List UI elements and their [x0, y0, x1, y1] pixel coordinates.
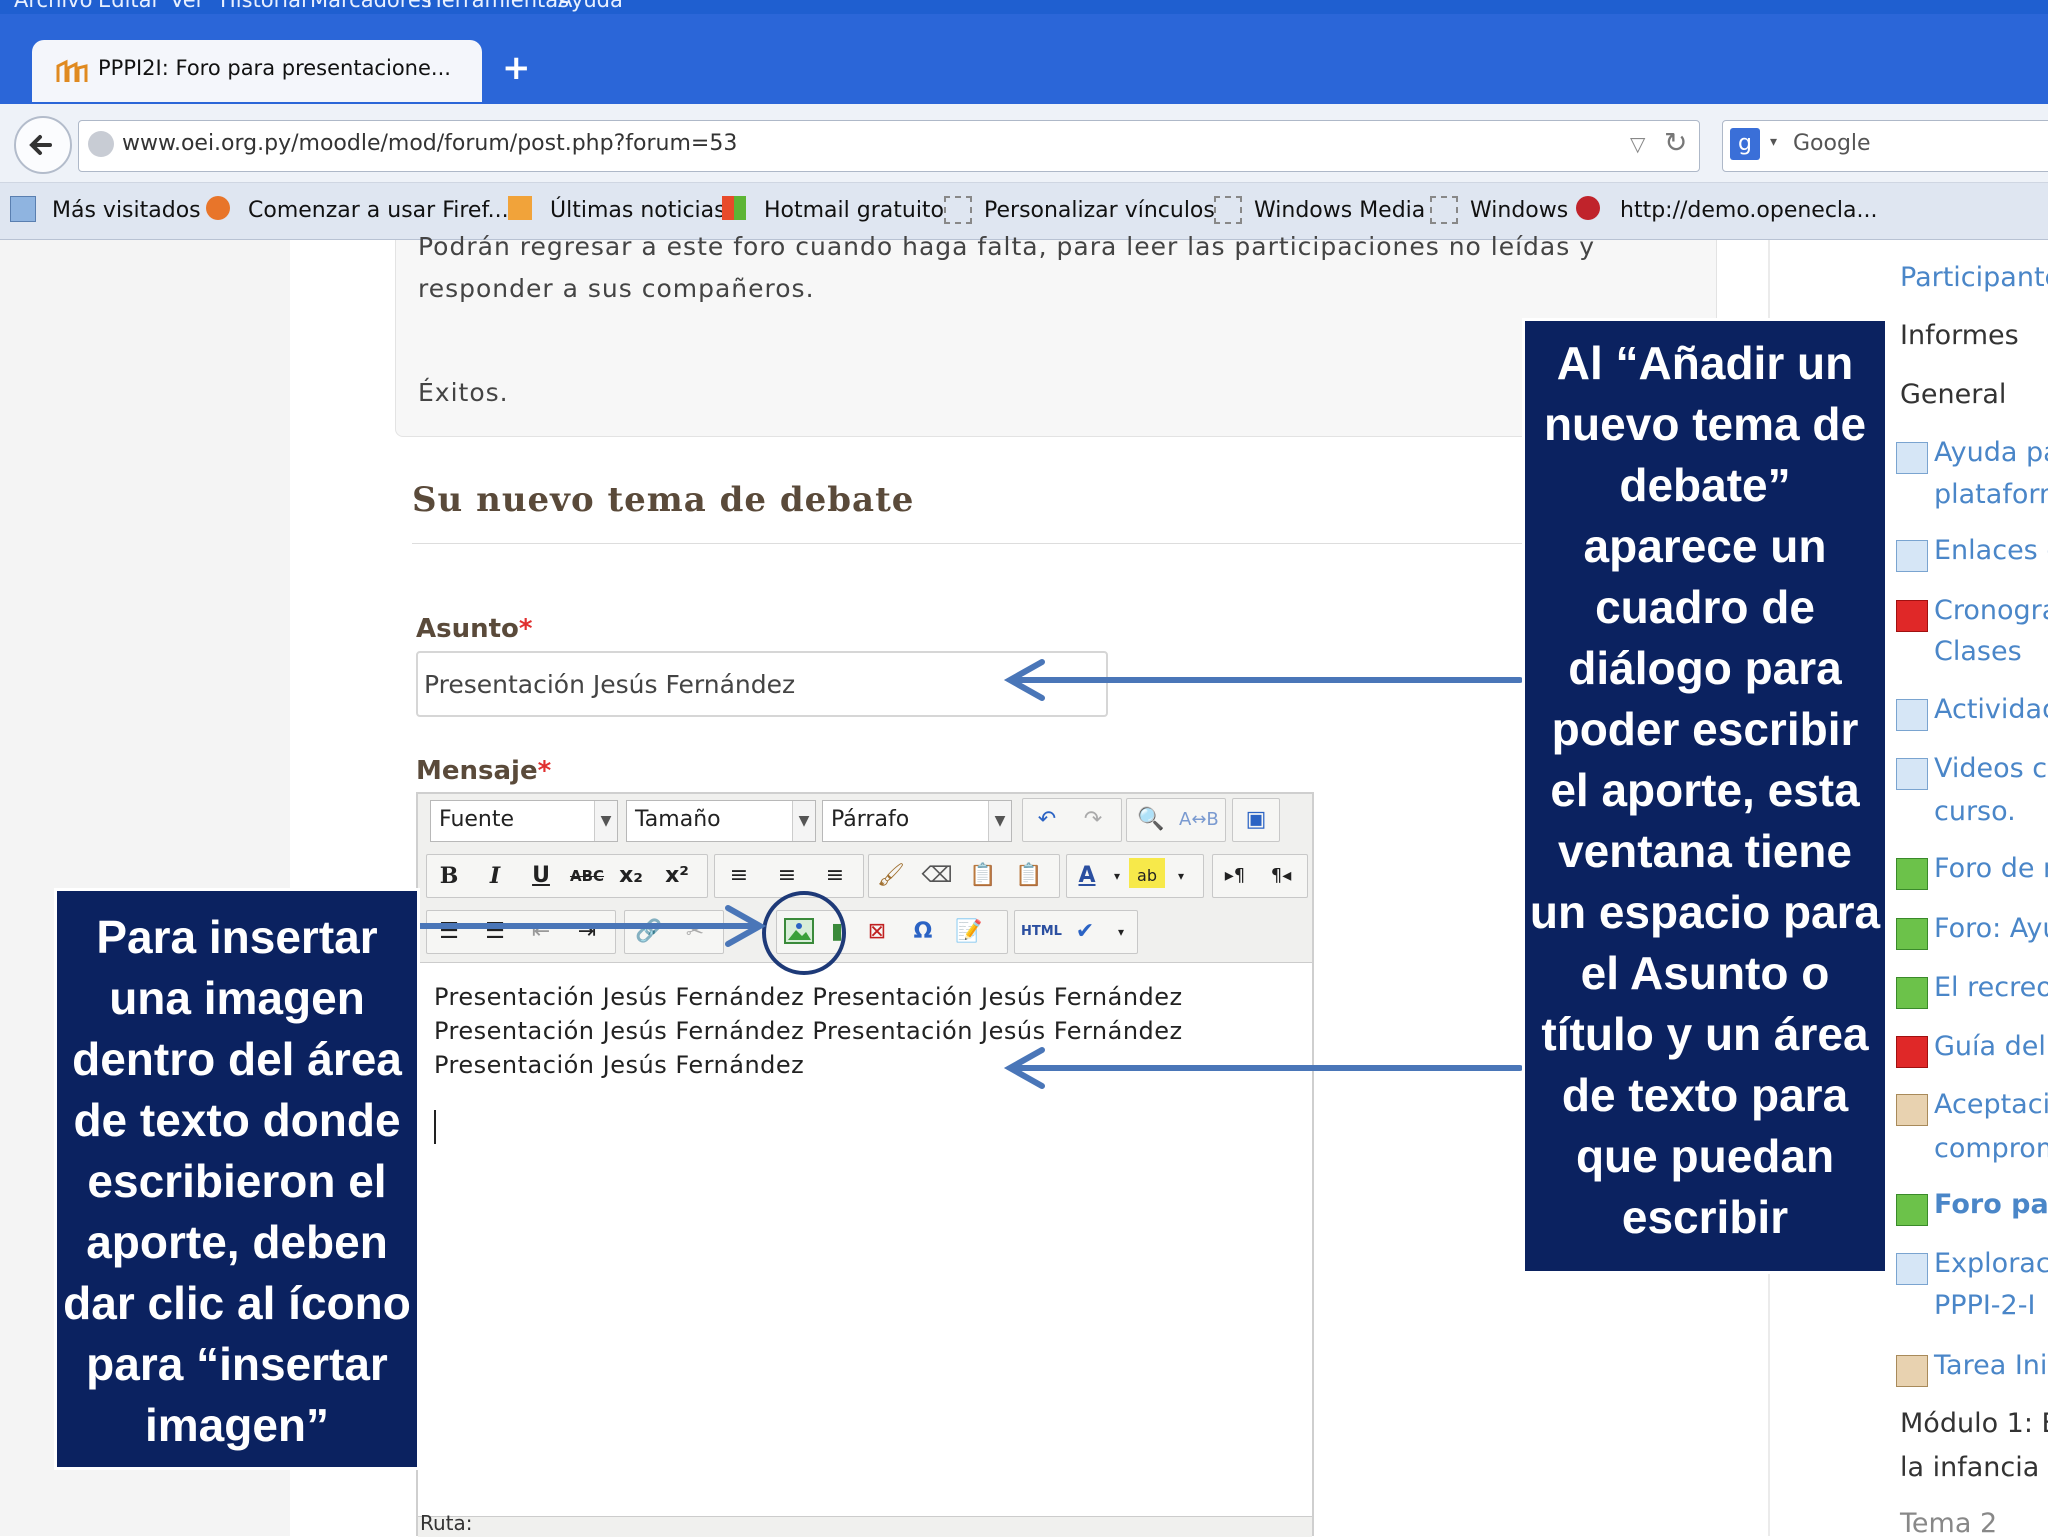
callout-line: escribieron el — [87, 1155, 387, 1207]
message-arrow — [1003, 1047, 1523, 1089]
callout-line: título y un área — [1541, 1008, 1869, 1060]
callout-line: aporte, deben — [86, 1216, 388, 1268]
callout-line: nuevo tema de — [1543, 398, 1867, 450]
callout-line: Para insertar — [96, 911, 378, 963]
callout-line: cuadro de — [1595, 581, 1815, 633]
callout-line: dentro del área — [72, 1033, 402, 1085]
callout-line: un espacio para — [1529, 886, 1881, 938]
callout-line: una imagen — [109, 972, 365, 1024]
subject-arrow — [1003, 659, 1523, 701]
callout-dialog-explanation: Al “Añadir un nuevo tema de debate” apar… — [1522, 318, 1888, 1274]
callout-line: para “insertar — [86, 1338, 388, 1390]
callout-line: el aporte, esta — [1550, 764, 1860, 816]
callout-line: aparece un — [1583, 520, 1827, 572]
callout-insert-image: Para insertar una imagen dentro del área… — [54, 888, 420, 1470]
callout-line: poder escribir — [1551, 703, 1859, 755]
callout-line: Al “Añadir un — [1556, 337, 1854, 389]
callout-line: escribir — [1621, 1191, 1789, 1243]
image-arrow — [413, 905, 767, 947]
callout-line: que puedan — [1575, 1130, 1835, 1182]
callout-line: de texto para — [1561, 1069, 1849, 1121]
callout-line: dar clic al ícono — [63, 1277, 411, 1329]
callout-line: debate” — [1619, 459, 1791, 511]
callout-line: diálogo para — [1568, 642, 1842, 694]
callout-line: imagen” — [144, 1399, 330, 1451]
callout-line: ventana tiene — [1558, 825, 1852, 877]
callout-line: el Asunto o — [1580, 947, 1830, 999]
callout-line: de texto donde — [73, 1094, 401, 1146]
